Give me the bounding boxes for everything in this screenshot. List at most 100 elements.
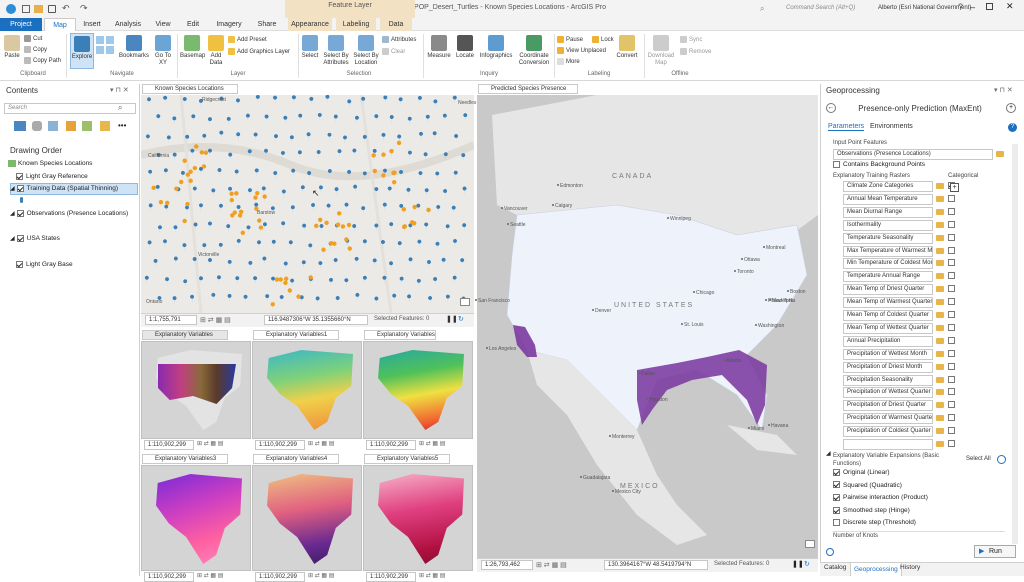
pane-options-icon[interactable]: ▾ ⊓ ✕	[994, 86, 1013, 94]
raster-field[interactable]	[843, 439, 933, 450]
categorical-checkbox[interactable]	[948, 427, 955, 435]
explanatory-map-0[interactable]	[141, 341, 251, 439]
layer-light-gray-reference[interactable]: Light Gray Reference	[16, 172, 88, 182]
expansion-option[interactable]: Discrete step (Threshold)	[833, 518, 916, 528]
list-by-drawing-order-icon[interactable]	[14, 121, 26, 131]
list-by-labeling-icon[interactable]	[100, 121, 110, 131]
browse-folder-icon[interactable]	[936, 363, 944, 370]
explore-button[interactable]: Explore	[70, 33, 94, 69]
tab-project[interactable]: Project	[0, 18, 42, 31]
save-icon[interactable]	[48, 5, 56, 13]
browse-folder-icon[interactable]	[936, 247, 944, 254]
categorical-checkbox[interactable]	[948, 401, 955, 409]
layer-training-data[interactable]: ◢ Training Data (Spatial Thinning)	[10, 184, 118, 194]
pane-options-icon[interactable]: ▾ ⊓ ✕	[110, 86, 129, 94]
raster-field[interactable]: Precipitation of Driest Quarter	[843, 400, 933, 412]
add-raster-icon[interactable]: +	[950, 183, 959, 192]
raster-field[interactable]: Annual Precipitation	[843, 335, 933, 347]
tab-share[interactable]: Share	[252, 18, 282, 31]
scale-selector[interactable]: 1:110,902,299	[366, 572, 416, 582]
layer-light-gray-base[interactable]: Light Gray Base	[16, 260, 73, 270]
tab-geoprocessing[interactable]: Geoprocessing	[850, 562, 902, 576]
list-by-snapping-icon[interactable]	[82, 121, 92, 131]
categorical-checkbox[interactable]	[948, 298, 955, 306]
browse-folder-icon[interactable]	[936, 208, 944, 215]
raster-field[interactable]: Mean Temp of Wettest Quarter	[843, 322, 933, 334]
parameters-scrollbar[interactable]	[1012, 144, 1018, 544]
expand-icon[interactable]: ◢	[10, 211, 15, 217]
more-options-icon[interactable]: •••	[118, 121, 126, 130]
scale-selector[interactable]: 1:110,902,299	[255, 440, 305, 450]
raster-field[interactable]: Mean Diurnal Range	[843, 206, 933, 218]
copy-button[interactable]: Copy	[24, 46, 47, 54]
tab-explanatory-variables-1[interactable]: Explanatory Variables1	[253, 330, 339, 340]
run-button[interactable]: ▶ Run	[974, 545, 1016, 558]
browse-folder-icon[interactable]	[936, 183, 944, 189]
basemap-button[interactable]: Basemap	[180, 35, 205, 60]
back-button[interactable]: ←	[826, 103, 836, 113]
browse-folder-icon[interactable]	[936, 324, 944, 331]
raster-field[interactable]: Max Temperature of Warmest Month	[843, 245, 933, 257]
tab-history[interactable]: History	[900, 564, 920, 571]
expansion-checkbox[interactable]	[833, 519, 840, 527]
map-overview-icon[interactable]	[805, 540, 815, 548]
browse-folder-icon[interactable]	[936, 234, 944, 241]
scale-selector[interactable]: 1:110,902,299	[255, 572, 305, 582]
help-icon[interactable]: ?	[1008, 123, 1017, 132]
select-all-icon[interactable]	[997, 455, 1006, 464]
refresh-icon[interactable]: ↻	[804, 560, 810, 568]
map-nav-icons[interactable]: ⊞ ⇄ ▦ ▤	[419, 440, 445, 447]
explanatory-map-2[interactable]	[363, 341, 473, 439]
raster-field[interactable]: Temperature Seasonality	[843, 232, 933, 244]
browse-folder-icon[interactable]	[936, 428, 944, 435]
explanatory-map-3[interactable]	[141, 465, 251, 571]
tab-analysis[interactable]: Analysis	[110, 18, 146, 31]
map-nav-icons[interactable]: ⊞ ⇄ ▦ ▤	[536, 561, 567, 569]
categorical-checkbox[interactable]	[948, 323, 955, 331]
browse-folder-icon[interactable]	[936, 273, 944, 280]
known-species-map[interactable]	[141, 95, 474, 313]
more-labeling-button[interactable]: More	[557, 58, 580, 66]
categorical-checkbox[interactable]	[948, 414, 955, 422]
tab-data[interactable]: Data	[380, 18, 412, 31]
layer-map-root[interactable]: Known Species Locations	[8, 159, 92, 169]
map-overview-icon[interactable]	[460, 298, 470, 306]
select-all-link[interactable]: Select All	[966, 456, 991, 462]
lock-labeling-button[interactable]: Lock	[592, 36, 614, 44]
raster-field[interactable]: Precipitation of Wettest Quarter	[843, 387, 933, 399]
tab-edit[interactable]: Edit	[180, 18, 206, 31]
explanatory-map-4[interactable]	[252, 465, 362, 571]
categorical-checkbox[interactable]	[948, 259, 955, 267]
locate-button[interactable]: Locate	[454, 35, 476, 60]
scale-selector[interactable]: 1:26,793,462	[481, 560, 533, 570]
select-button[interactable]: Select	[300, 35, 320, 60]
expansion-option[interactable]: Pairwise interaction (Product)	[833, 493, 928, 503]
close-button[interactable]: ✕	[1006, 1, 1014, 12]
browse-folder-icon[interactable]	[936, 350, 944, 357]
pause-labeling-button[interactable]: Pause	[557, 36, 583, 44]
scale-selector[interactable]: 1:110,902,299	[144, 440, 194, 450]
browse-folder-icon[interactable]	[936, 337, 944, 344]
categorical-checkbox[interactable]	[948, 375, 955, 383]
categorical-checkbox[interactable]	[948, 311, 955, 318]
pause-drawing-icon[interactable]: ❚❚	[446, 315, 458, 323]
refresh-icon[interactable]: ↻	[458, 315, 464, 323]
minimize-button[interactable]: –	[970, 2, 975, 12]
tab-map[interactable]: Map	[44, 18, 76, 31]
layer-visibility-checkbox[interactable]	[16, 172, 23, 180]
raster-field[interactable]: Annual Mean Temperature	[843, 193, 933, 205]
maximize-button[interactable]	[986, 3, 993, 10]
raster-field[interactable]: Temperature Annual Range	[843, 271, 933, 283]
browse-folder-icon[interactable]	[996, 151, 1004, 157]
download-map-button[interactable]: Download Map	[646, 35, 676, 67]
remove-button[interactable]: Remove	[680, 48, 711, 56]
expansion-option[interactable]: Original (Linear)	[833, 468, 890, 478]
tab-explanatory-variables-0[interactable]: Explanatory Variables	[142, 330, 228, 340]
view-unplaced-button[interactable]: View Unplaced	[557, 47, 606, 55]
tab-labeling[interactable]: Labeling	[336, 18, 376, 31]
browse-folder-icon[interactable]	[936, 312, 944, 318]
categorical-checkbox[interactable]	[948, 388, 955, 396]
tab-explanatory-variables-5[interactable]: Explanatory Variables5	[364, 454, 450, 464]
expand-icon[interactable]: ◢	[10, 186, 15, 192]
explanatory-map-1[interactable]	[252, 341, 362, 439]
